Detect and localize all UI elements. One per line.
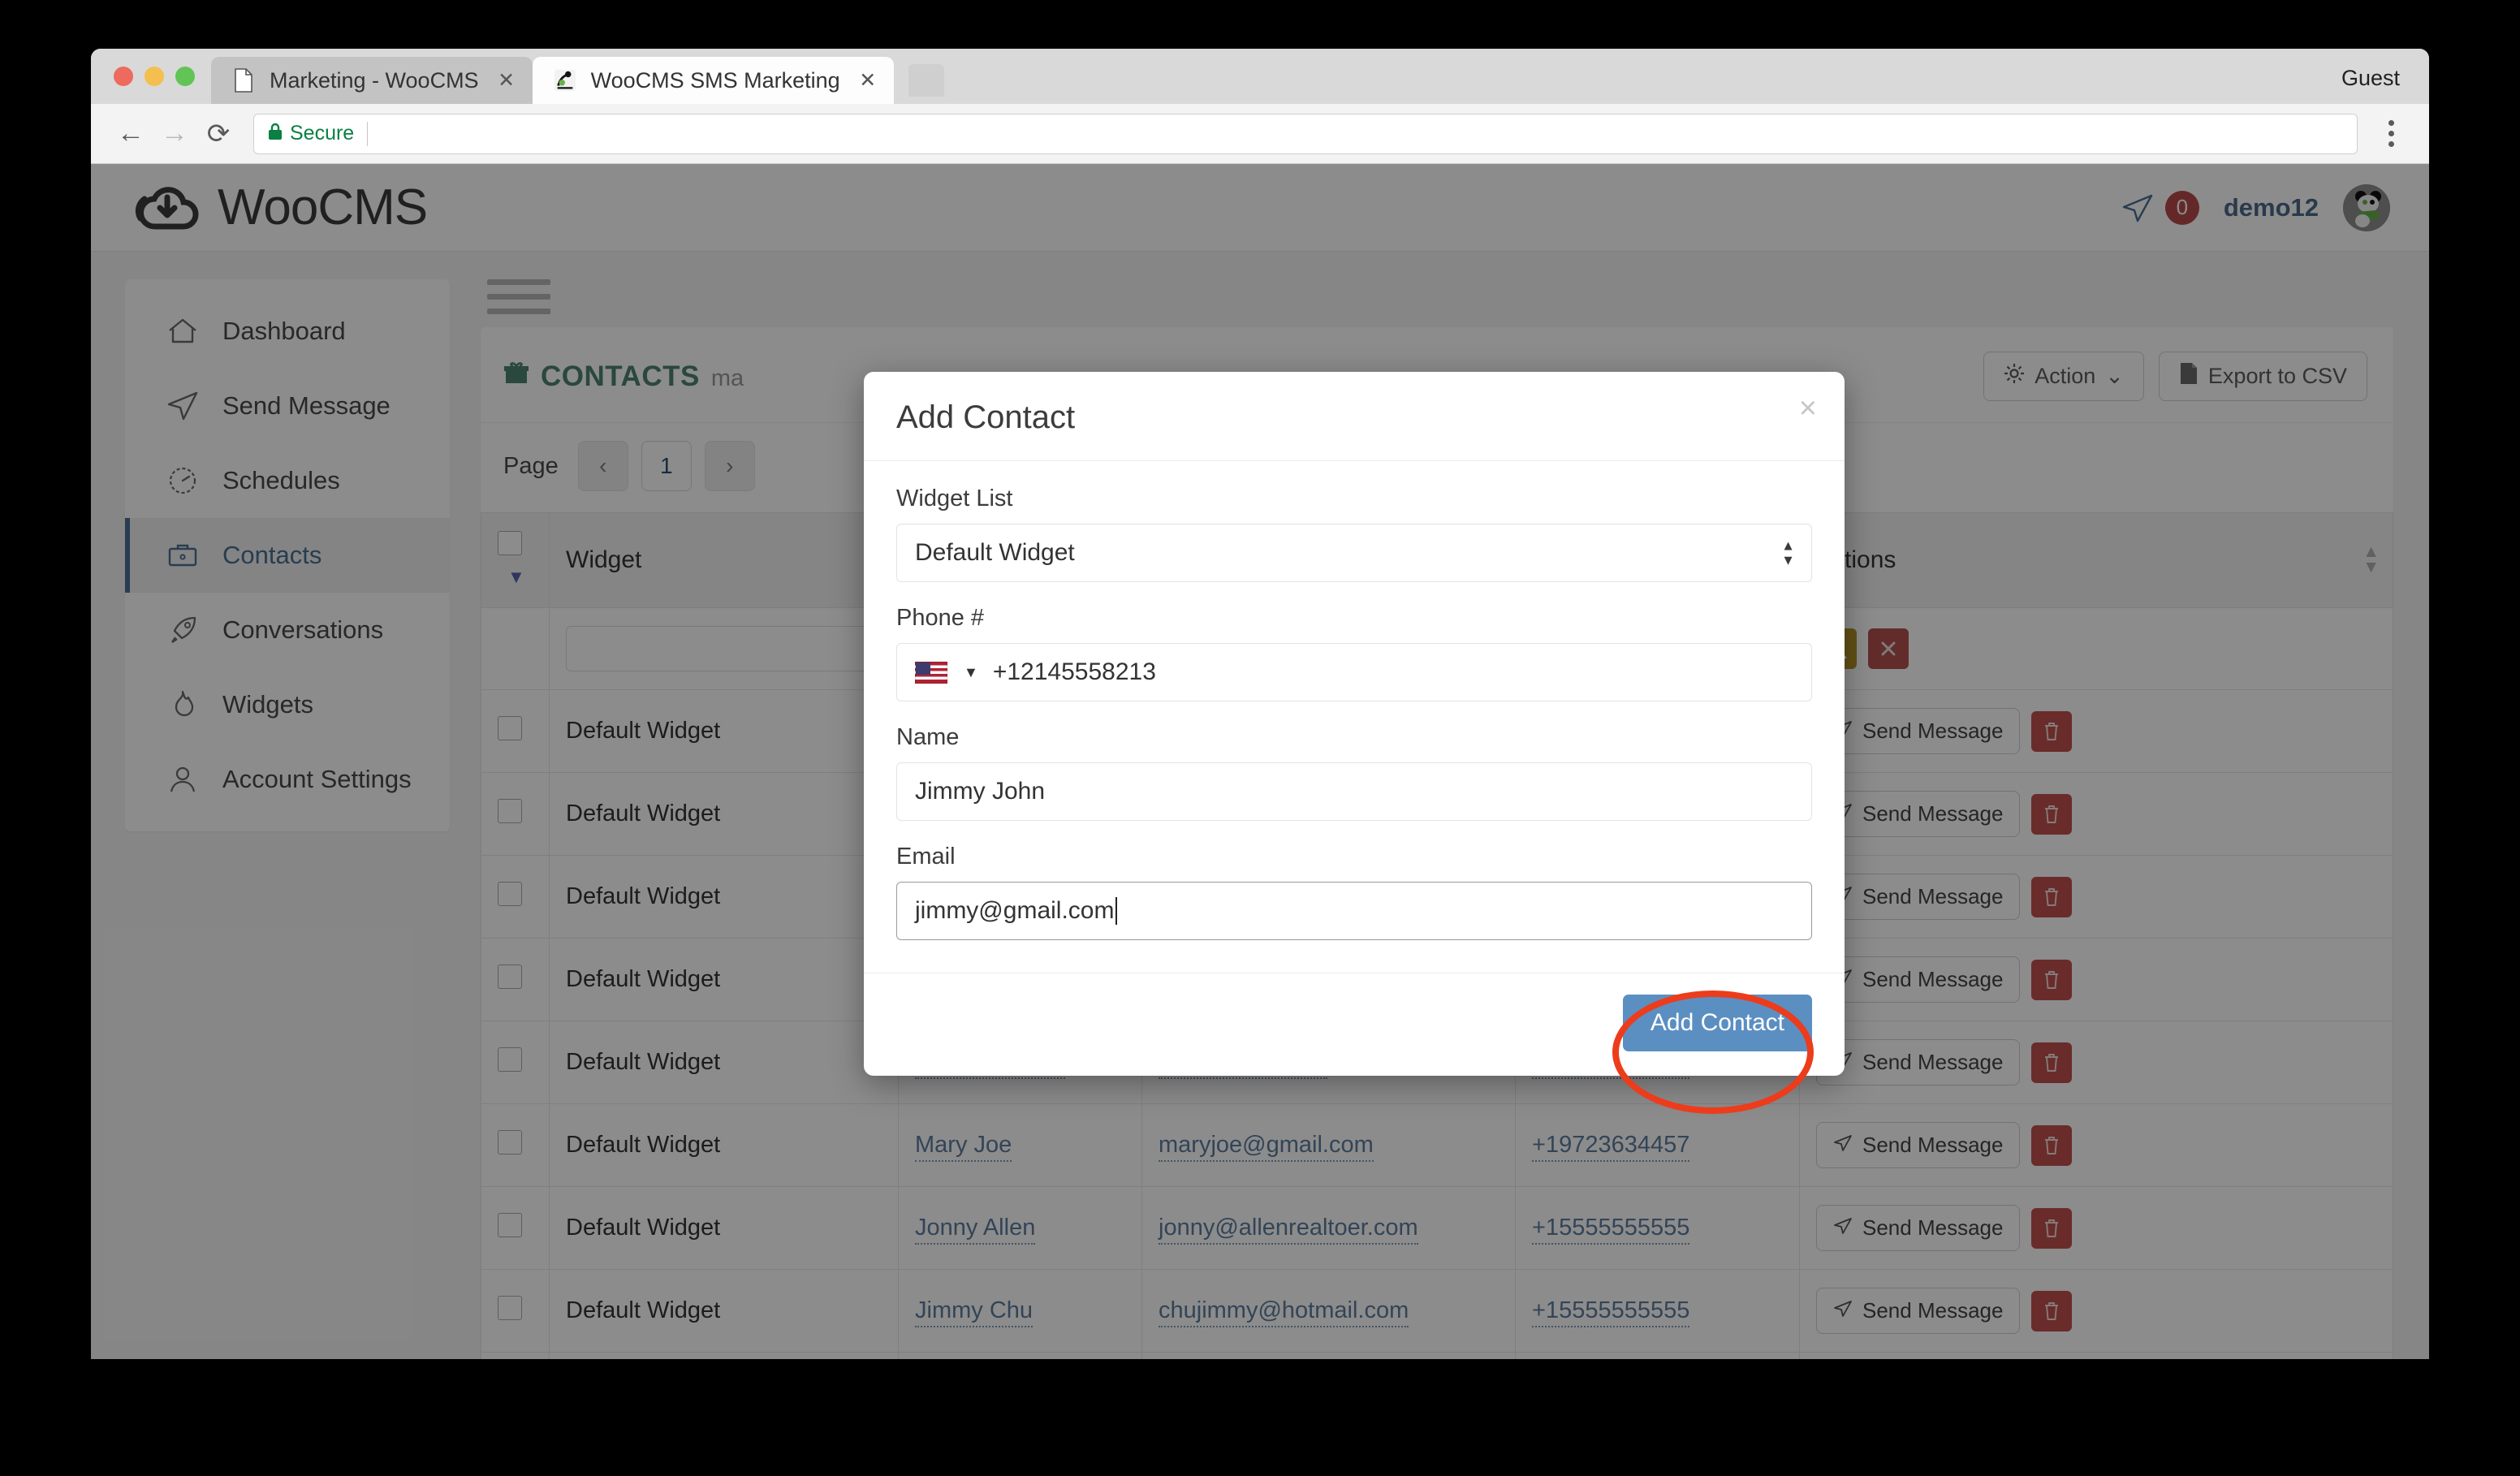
field-phone: Phone # ▼ +12145558213 [896,605,1812,701]
omnibox-divider [367,121,369,146]
modal-body: Widget List Default Widget ▲ ▼ Phone # ▼ … [864,461,1845,973]
widget-list-value: Default Widget [915,539,1075,566]
address-bar[interactable]: Secure [253,113,2358,154]
modal-header: Add Contact × [864,372,1845,461]
page-icon [232,67,255,93]
back-icon[interactable]: ← [109,112,153,156]
widget-list-select[interactable]: Default Widget ▲ ▼ [896,524,1812,582]
name-label: Name [896,724,960,750]
email-value: jimmy@gmail.com [915,897,1115,924]
browser-window: Marketing - WooCMS ✕ WooCMS SMS Marketin… [91,49,2429,1359]
close-window-button[interactable] [114,67,133,86]
text-cursor [1115,897,1118,925]
close-icon[interactable]: ✕ [857,68,879,93]
chevron-down-icon[interactable]: ▼ [964,664,978,681]
select-arrows-icon: ▲ ▼ [1781,537,1795,568]
lock-icon [267,122,283,146]
phone-value: +12145558213 [992,658,1156,685]
name-value: Jimmy John [915,778,1046,805]
modal-footer: Add Contact [864,973,1845,1076]
woocms-favicon [554,67,576,93]
field-name: Name Jimmy John [896,724,1812,821]
email-label: Email [896,844,956,870]
modal-title: Add Contact [896,399,1076,435]
browser-profile-label[interactable]: Guest [2341,66,2400,91]
maximize-window-button[interactable] [175,67,195,86]
us-flag-icon[interactable] [915,661,947,684]
browser-tab-marketing[interactable]: Marketing - WooCMS ✕ [211,57,533,104]
add-contact-submit-button[interactable]: Add Contact [1622,995,1812,1051]
add-contact-modal: Add Contact × Widget List Default Widget… [864,372,1845,1076]
app-page: WooCMS 0 demo12 Dashboard Send Message S… [91,164,2429,1359]
forward-icon[interactable]: → [153,112,196,156]
close-icon[interactable]: × [1799,393,1817,424]
secure-label: Secure [290,122,355,145]
phone-input[interactable]: ▼ +12145558213 [896,643,1812,701]
field-email: Email jimmy@gmail.com [896,844,1812,940]
browser-tab-woocms-sms[interactable]: WooCMS SMS Marketing ✕ [532,57,894,104]
browser-tab-title: WooCMS SMS Marketing [590,67,840,93]
email-input[interactable]: jimmy@gmail.com [896,882,1812,940]
new-tab-button[interactable] [908,64,944,97]
minimize-window-button[interactable] [145,67,164,86]
window-traffic-lights [91,67,211,104]
browser-tab-title: Marketing - WooCMS [270,67,479,93]
browser-toolbar: ← → ⟳ Secure [91,104,2429,164]
browser-tab-strip: Marketing - WooCMS ✕ WooCMS SMS Marketin… [91,49,2429,104]
field-widget-list: Widget List Default Widget ▲ ▼ [896,486,1812,582]
browser-menu-icon[interactable] [2371,120,2411,147]
widget-list-label: Widget List [896,486,1013,511]
close-icon[interactable]: ✕ [495,68,518,93]
phone-label: Phone # [896,605,985,631]
reload-icon[interactable]: ⟳ [196,112,240,156]
name-input[interactable]: Jimmy John [896,762,1812,821]
